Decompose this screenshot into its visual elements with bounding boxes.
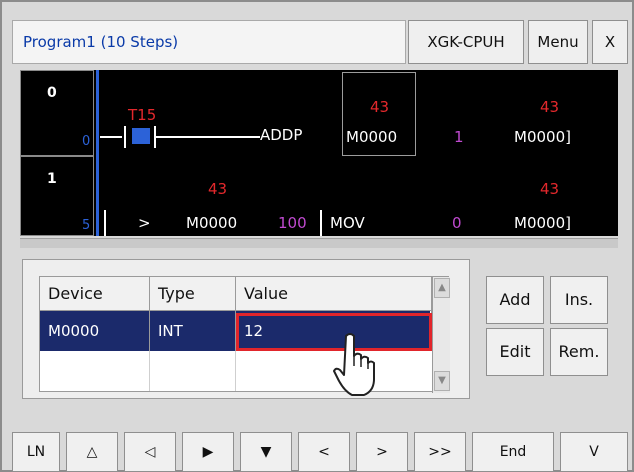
instruction-name: ADDP [260, 126, 303, 144]
add-button[interactable]: Add [486, 276, 544, 324]
menu-button[interactable]: Menu [528, 20, 588, 64]
compare-operator: > [138, 214, 151, 232]
left-power-rail [96, 156, 99, 236]
operand-value: 43 [540, 98, 560, 116]
operand-value: 43 [370, 98, 390, 116]
operand-constant: 100 [278, 214, 307, 232]
prev-button[interactable]: < [298, 432, 350, 472]
remove-button[interactable]: Rem. [550, 328, 608, 376]
column-header-device: Device [40, 277, 150, 311]
table-scrollbar[interactable]: ▲ ▼ [432, 277, 450, 393]
scroll-down-arrow-icon[interactable]: ▼ [434, 371, 450, 391]
hmi-window: Program1 (10 Steps) XGK-CPUH Menu X 0 0 … [0, 0, 634, 472]
contact-bar-left [124, 126, 126, 148]
ladder-view[interactable]: 0 0 T15 ADDP 43 M0000 1 43 M0000] 1 5 > … [20, 70, 618, 236]
hand-pointer-icon [333, 333, 375, 396]
rung-wire [156, 136, 260, 138]
title-bar: Program1 (10 Steps) XGK-CPUH Menu X [12, 20, 628, 64]
step-number: 5 [82, 218, 91, 233]
operand-device: M0000 [186, 214, 238, 232]
program-title: Program1 (10 Steps) [12, 20, 406, 64]
operand-value: 43 [540, 180, 560, 198]
right-arrow-icon[interactable]: ▶ [182, 432, 234, 472]
ln-button[interactable]: LN [12, 432, 60, 472]
left-power-rail [96, 70, 99, 156]
rung-wire [100, 136, 122, 138]
compare-bar [104, 210, 106, 236]
insert-button[interactable]: Ins. [550, 276, 608, 324]
operand-constant: 1 [454, 128, 464, 146]
type-cell[interactable]: INT [150, 311, 236, 351]
empty-cell[interactable] [40, 351, 150, 391]
column-header-type: Type [150, 277, 236, 311]
contact-on-indicator [132, 128, 150, 144]
empty-cell[interactable] [150, 351, 236, 391]
device-table: Device Type Value M0000 INT 12 ▲ ▼ [39, 276, 450, 393]
edit-button[interactable]: Edit [486, 328, 544, 376]
ladder-scrollbar[interactable] [20, 238, 618, 248]
column-header-value: Value [236, 277, 432, 311]
end-button[interactable]: End [472, 432, 554, 472]
scroll-up-arrow-icon[interactable]: ▲ [434, 278, 450, 298]
operand-device: M0000] [514, 128, 571, 146]
cpu-type-button[interactable]: XGK-CPUH [408, 20, 524, 64]
device-action-panel: Add Ins. Edit Rem. [480, 270, 616, 380]
operand-device: M0000 [346, 128, 398, 146]
device-table-panel: Device Type Value M0000 INT 12 ▲ ▼ [22, 259, 470, 399]
down-arrow-icon[interactable]: ▼ [240, 432, 292, 472]
next-button[interactable]: > [356, 432, 408, 472]
operand-value: 43 [208, 180, 228, 198]
navigation-toolbar: LN △ ◁ ▶ ▼ < > >> End V [12, 432, 628, 472]
fast-forward-button[interactable]: >> [414, 432, 466, 472]
v-button[interactable]: V [560, 432, 628, 472]
instruction-name: MOV [330, 214, 365, 232]
left-arrow-icon[interactable]: ◁ [124, 432, 176, 472]
close-button[interactable]: X [592, 20, 628, 64]
contact-label: T15 [128, 106, 157, 124]
device-cell[interactable]: M0000 [40, 311, 150, 351]
step-number: 0 [82, 134, 91, 149]
operand-constant: 0 [452, 214, 462, 232]
operand-device: M0000] [514, 214, 571, 232]
up-arrow-icon[interactable]: △ [66, 432, 118, 472]
compare-bar [320, 210, 322, 236]
